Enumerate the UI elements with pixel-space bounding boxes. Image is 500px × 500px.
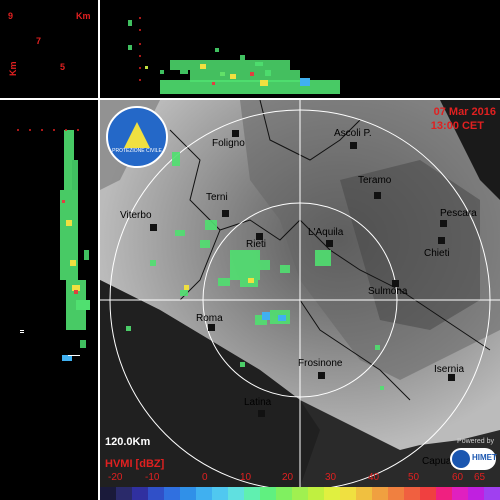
scale-tick: 60 — [452, 472, 464, 483]
city-label: L'Aquila — [308, 227, 344, 238]
colorbar-segment — [196, 487, 212, 500]
colorbar-segment — [212, 487, 228, 500]
terrain-map — [100, 100, 500, 487]
globe-icon — [452, 450, 470, 468]
city-label: Capua — [422, 456, 452, 467]
city-label: Sulmona — [368, 286, 408, 297]
scale-tick: 65 — [474, 472, 486, 483]
protezione-civile-logo: PROTEZIONE CIVILE — [106, 106, 168, 168]
colorbar-segment — [148, 487, 164, 500]
city-label: Ascoli P. — [334, 128, 372, 139]
colorbar-segment — [468, 487, 484, 500]
city-label: Viterbo — [120, 210, 152, 221]
colorbar-segment — [420, 487, 436, 500]
time-label: 13:00 CET — [430, 120, 484, 132]
triangle-icon — [124, 122, 150, 148]
dbz-colorbar — [100, 487, 500, 500]
colorbar-segment — [436, 487, 452, 500]
city-marker — [222, 210, 229, 217]
colorbar-segment — [180, 487, 196, 500]
city-marker — [438, 237, 445, 244]
colorbar-segment — [116, 487, 132, 500]
left-height-echo-plot — [17, 129, 90, 361]
colorbar-segment — [388, 487, 404, 500]
city-marker — [374, 192, 381, 199]
product-label: HVMI [dBZ] — [105, 458, 165, 470]
city-marker — [150, 224, 157, 231]
city-label: Roma — [196, 313, 223, 324]
city-label: Terni — [206, 192, 228, 203]
scale-tick: 10 — [240, 472, 252, 483]
scale-tick: 20 — [282, 472, 294, 483]
colorbar-segment — [308, 487, 324, 500]
city-label: Foligno — [212, 138, 245, 149]
radar-map: Foligno Ascoli P. Teramo Terni Pescara V… — [100, 100, 500, 487]
city-label: Isernia — [434, 364, 465, 375]
city-marker — [258, 410, 265, 417]
city-label: Pescara — [440, 208, 477, 219]
colorbar-segment — [340, 487, 356, 500]
city-marker — [318, 372, 325, 379]
colorbar-segment — [372, 487, 388, 500]
powered-by-label: Powered by — [457, 438, 494, 445]
left-height-panel — [0, 100, 98, 487]
city-label: Chieti — [424, 248, 450, 259]
range-label: 120.0Km — [105, 436, 151, 448]
himet-text: HIMET — [472, 453, 497, 462]
scale-tick: 30 — [325, 472, 337, 483]
colorbar-segment — [260, 487, 276, 500]
city-marker — [440, 220, 447, 227]
colorbar-segment — [228, 487, 244, 500]
city-label: Teramo — [358, 175, 392, 186]
colorbar-segment — [292, 487, 308, 500]
city-label: Latina — [244, 397, 272, 408]
city-marker — [448, 374, 455, 381]
city-marker — [326, 240, 333, 247]
colorbar-segment — [356, 487, 372, 500]
colorbar-segment — [484, 487, 500, 500]
city-marker — [208, 324, 215, 331]
height-unit-label: Km — [76, 11, 91, 21]
colorbar-segment — [164, 487, 180, 500]
colorbar-segment — [404, 487, 420, 500]
himet-logo: HIMET — [450, 448, 497, 470]
height-tick: 9 — [8, 11, 14, 21]
city-marker — [350, 142, 357, 149]
logo-text: PROTEZIONE CIVILE — [112, 148, 162, 154]
date-label: 07 Mar 2016 — [433, 106, 496, 118]
height-tick: 5 — [60, 62, 66, 72]
city-label: Rieti — [246, 239, 267, 250]
city-marker — [232, 130, 239, 137]
colorbar-segment — [244, 487, 260, 500]
colorbar-segment — [276, 487, 292, 500]
scale-tick: -10 — [145, 472, 160, 483]
colorbar-segment — [452, 487, 468, 500]
scale-tick: 0 — [202, 472, 208, 483]
city-label: Frosinone — [298, 358, 343, 369]
scale-tick: -20 — [108, 472, 123, 483]
scale-tick: 40 — [368, 472, 380, 483]
top-height-panel — [100, 0, 500, 98]
colorbar-segment — [324, 487, 340, 500]
colorbar-segment — [132, 487, 148, 500]
scale-tick: 50 — [408, 472, 420, 483]
height-unit-label-left: Km — [8, 61, 18, 76]
height-tick: 7 — [36, 36, 42, 46]
colorbar-segment — [100, 487, 116, 500]
top-height-echo-plot — [128, 17, 340, 94]
